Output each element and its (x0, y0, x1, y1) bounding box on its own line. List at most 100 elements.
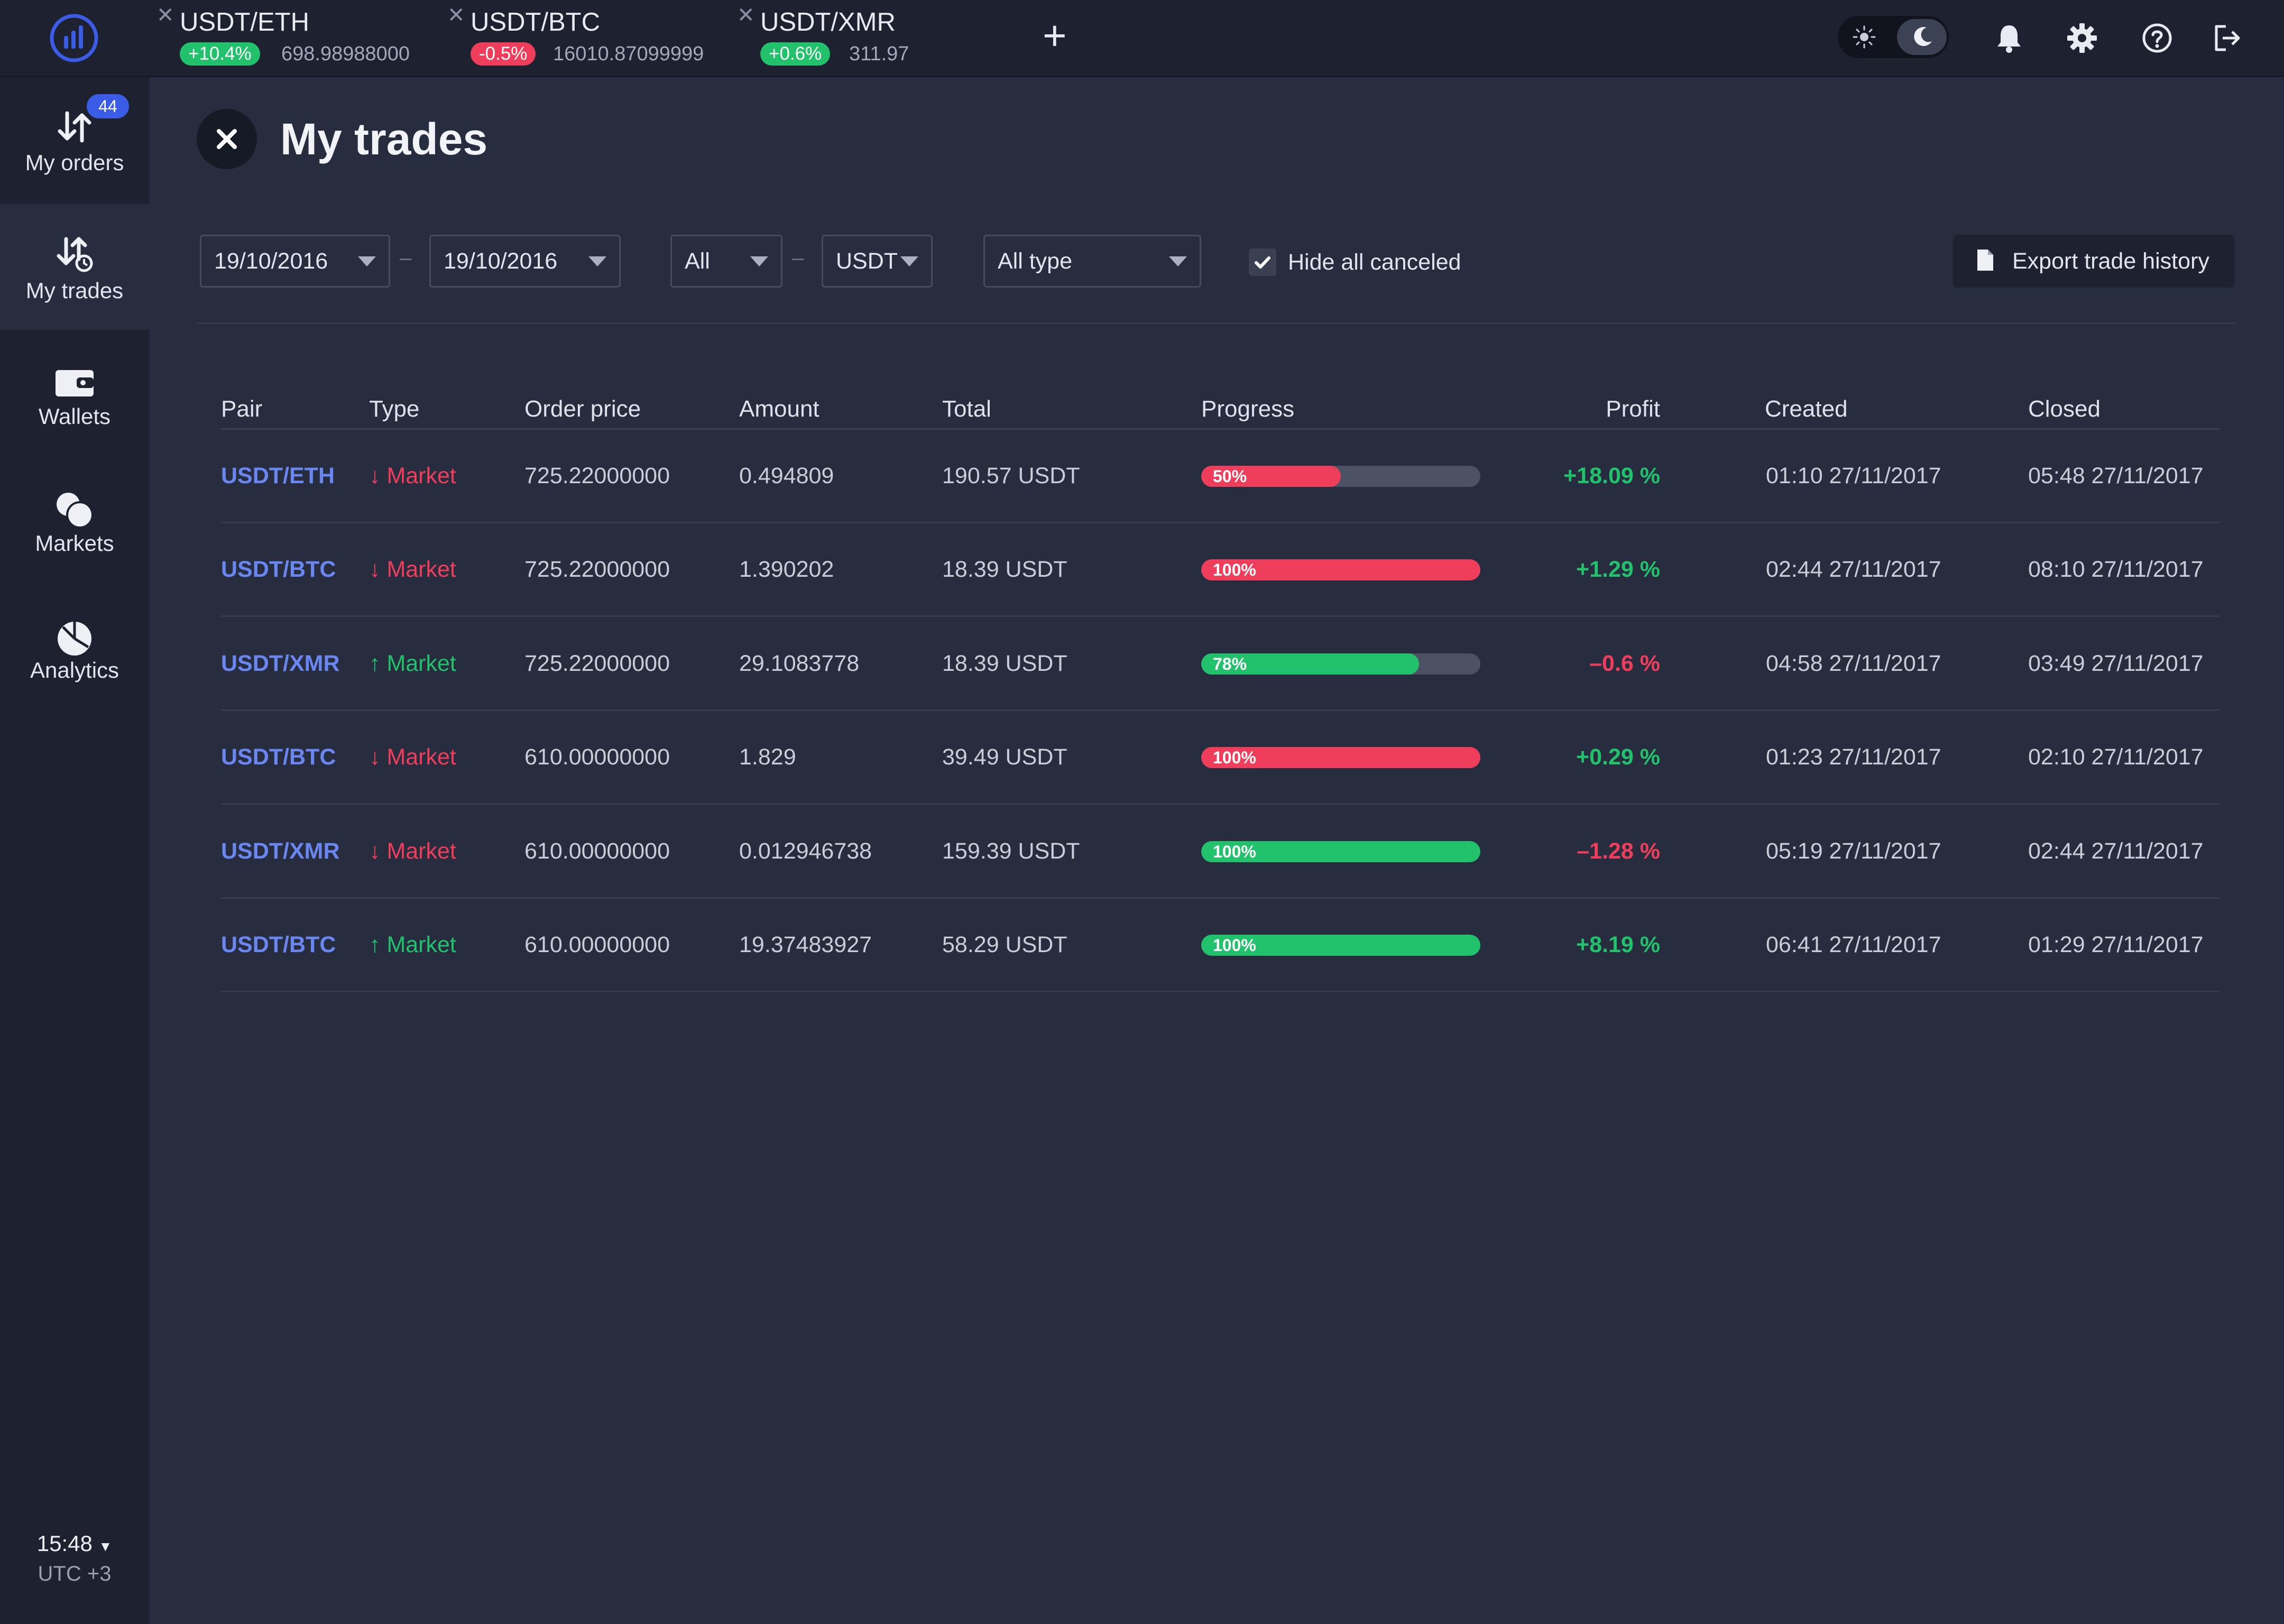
export-label: Export trade history (2012, 248, 2209, 274)
table-row[interactable]: USDT/BTC ↓ Market 725.22000000 1.390202 18.3… (221, 523, 2219, 617)
market-tab[interactable]: ✕ USDT/XMR +0.6% 311.97 (737, 0, 980, 76)
arrow-down-icon: ↓ (369, 744, 381, 770)
pair-link[interactable]: USDT/BTC (221, 711, 336, 803)
progress-label: 100% (1213, 842, 1256, 861)
arrow-up-icon: ↑ (369, 932, 381, 957)
order-type-label: Market (386, 744, 456, 770)
column-header-type[interactable]: Type (369, 394, 419, 424)
order-price: 725.22000000 (524, 463, 670, 488)
date-from-select[interactable]: 19/10/2016 (200, 235, 390, 288)
help-icon[interactable] (2140, 21, 2174, 55)
progress-bar: 100% (1201, 747, 1480, 768)
total: 18.39 USDT (942, 651, 1067, 676)
closed-time: 05:48 27/11/2017 (2028, 463, 2204, 488)
close-tab-icon[interactable]: ✕ (156, 3, 174, 27)
total: 39.49 USDT (942, 744, 1067, 770)
progress-label: 78% (1213, 654, 1247, 673)
progress-bar: 100% (1201, 841, 1480, 862)
progress-bar: 100% (1201, 559, 1480, 580)
order-type-label: Market (386, 932, 456, 957)
order-price: 725.22000000 (524, 557, 670, 582)
table-row[interactable]: USDT/BTC ↓ Market 610.00000000 1.829 39.49 U… (221, 711, 2219, 805)
order-type: ↑ Market (369, 899, 456, 991)
sidebar-item-analytics[interactable]: Analytics (0, 585, 149, 710)
sidebar-item-my-trades[interactable]: My trades (0, 204, 149, 330)
column-header-pair[interactable]: Pair (221, 394, 262, 424)
progress-bar: 78% (1201, 653, 1480, 675)
close-page-button[interactable] (197, 109, 257, 169)
base-currency-select[interactable]: All (670, 235, 782, 288)
amount: 0.494809 (739, 463, 834, 488)
gear-icon[interactable] (2065, 21, 2099, 55)
column-header-created[interactable]: Created (1765, 394, 1848, 424)
change-badge: +10.4% (180, 42, 260, 66)
hide-canceled-label[interactable]: Hide all canceled (1288, 247, 1461, 277)
close-tab-icon[interactable]: ✕ (737, 3, 755, 27)
table-row[interactable]: USDT/XMR ↓ Market 610.00000000 0.012946738 1… (221, 805, 2219, 899)
column-header-order-price[interactable]: Order price (524, 394, 641, 424)
clock-timezone: UTC +3 (38, 1562, 112, 1585)
markets-icon (57, 493, 94, 529)
progress-label: 50% (1213, 467, 1247, 486)
trade-type-select[interactable]: All type (983, 235, 1201, 288)
pair-link[interactable]: USDT/BTC (221, 523, 336, 615)
trade-type-value: All type (998, 248, 1073, 274)
chart-logo-icon[interactable] (47, 12, 105, 64)
pair-link[interactable]: USDT/XMR (221, 805, 340, 897)
sidebar-item-wallets[interactable]: Wallets (0, 331, 149, 457)
date-to-select[interactable]: 19/10/2016 (429, 235, 621, 288)
column-header-closed[interactable]: Closed (2028, 394, 2101, 424)
profit-value: +8.19 % (1576, 932, 1660, 957)
table-row[interactable]: USDT/BTC ↑ Market 610.00000000 19.37483927 5… (221, 899, 2219, 992)
column-header-amount[interactable]: Amount (739, 394, 819, 424)
change-badge: +0.6% (760, 42, 831, 66)
quote-currency-select[interactable]: USDT (822, 235, 933, 288)
progress-bar: 50% (1201, 466, 1480, 487)
arrow-down-icon: ↓ (369, 557, 381, 582)
created-time: 01:23 27/11/2017 (1766, 744, 1941, 770)
trades-arrows-icon (57, 237, 93, 272)
chevron-down-icon (1169, 256, 1187, 266)
bell-icon[interactable] (1992, 21, 2026, 55)
amount: 1.390202 (739, 557, 834, 582)
theme-toggle[interactable] (1838, 16, 1949, 58)
order-type: ↓ Market (369, 711, 456, 803)
column-header-profit[interactable]: Profit (1523, 394, 1660, 424)
progress-label: 100% (1213, 748, 1256, 767)
table-row[interactable]: USDT/XMR ↑ Market 725.22000000 29.1083778 18… (221, 617, 2219, 711)
export-trade-history-button[interactable]: Export trade history (1953, 235, 2234, 288)
document-icon (1977, 250, 1993, 271)
arrow-down-icon: ↓ (369, 463, 381, 488)
column-header-total[interactable]: Total (942, 394, 991, 424)
checkmark-icon (1255, 256, 1270, 269)
timezone-selector[interactable]: 15:48 ▼ UTC +3 (0, 1530, 149, 1588)
sidebar-item-label: Analytics (30, 658, 119, 682)
market-tab[interactable]: ✕ USDT/ETH +10.4% 698.98988000 (156, 0, 421, 76)
pair-link[interactable]: USDT/ETH (221, 430, 335, 522)
sidebar-item-markets[interactable]: Markets (0, 458, 149, 584)
close-tab-icon[interactable]: ✕ (447, 3, 465, 27)
table-row[interactable]: USDT/ETH ↓ Market 725.22000000 0.494809 190.… (221, 430, 2219, 523)
created-time: 02:44 27/11/2017 (1766, 557, 1941, 582)
hide-canceled-checkbox[interactable] (1249, 248, 1276, 276)
sidebar-item-label: My trades (25, 278, 124, 303)
orders-count-badge: 44 (87, 94, 129, 118)
add-tab-button[interactable]: + (1043, 15, 1067, 56)
logout-icon[interactable] (2210, 21, 2244, 55)
amount: 19.37483927 (739, 932, 872, 957)
pair-link[interactable]: USDT/XMR (221, 617, 340, 709)
progress-bar: 100% (1201, 935, 1480, 956)
order-type-label: Market (386, 463, 456, 488)
filters-divider (197, 322, 2235, 324)
order-type: ↓ Market (369, 523, 456, 615)
base-currency-value: All (685, 248, 710, 274)
market-tab[interactable]: ✕ USDT/BTC -0.5% 16010.87099999 (447, 0, 712, 76)
pair-link[interactable]: USDT/BTC (221, 899, 336, 991)
toggle-knob (1897, 19, 1947, 55)
total: 18.39 USDT (942, 557, 1067, 582)
moon-icon (1914, 27, 1932, 47)
sidebar-item-label: My orders (25, 150, 124, 175)
arrow-up-icon: ↑ (369, 651, 381, 676)
column-header-progress[interactable]: Progress (1201, 394, 1294, 424)
sidebar-item-my-orders[interactable]: 44 My orders (0, 77, 149, 203)
